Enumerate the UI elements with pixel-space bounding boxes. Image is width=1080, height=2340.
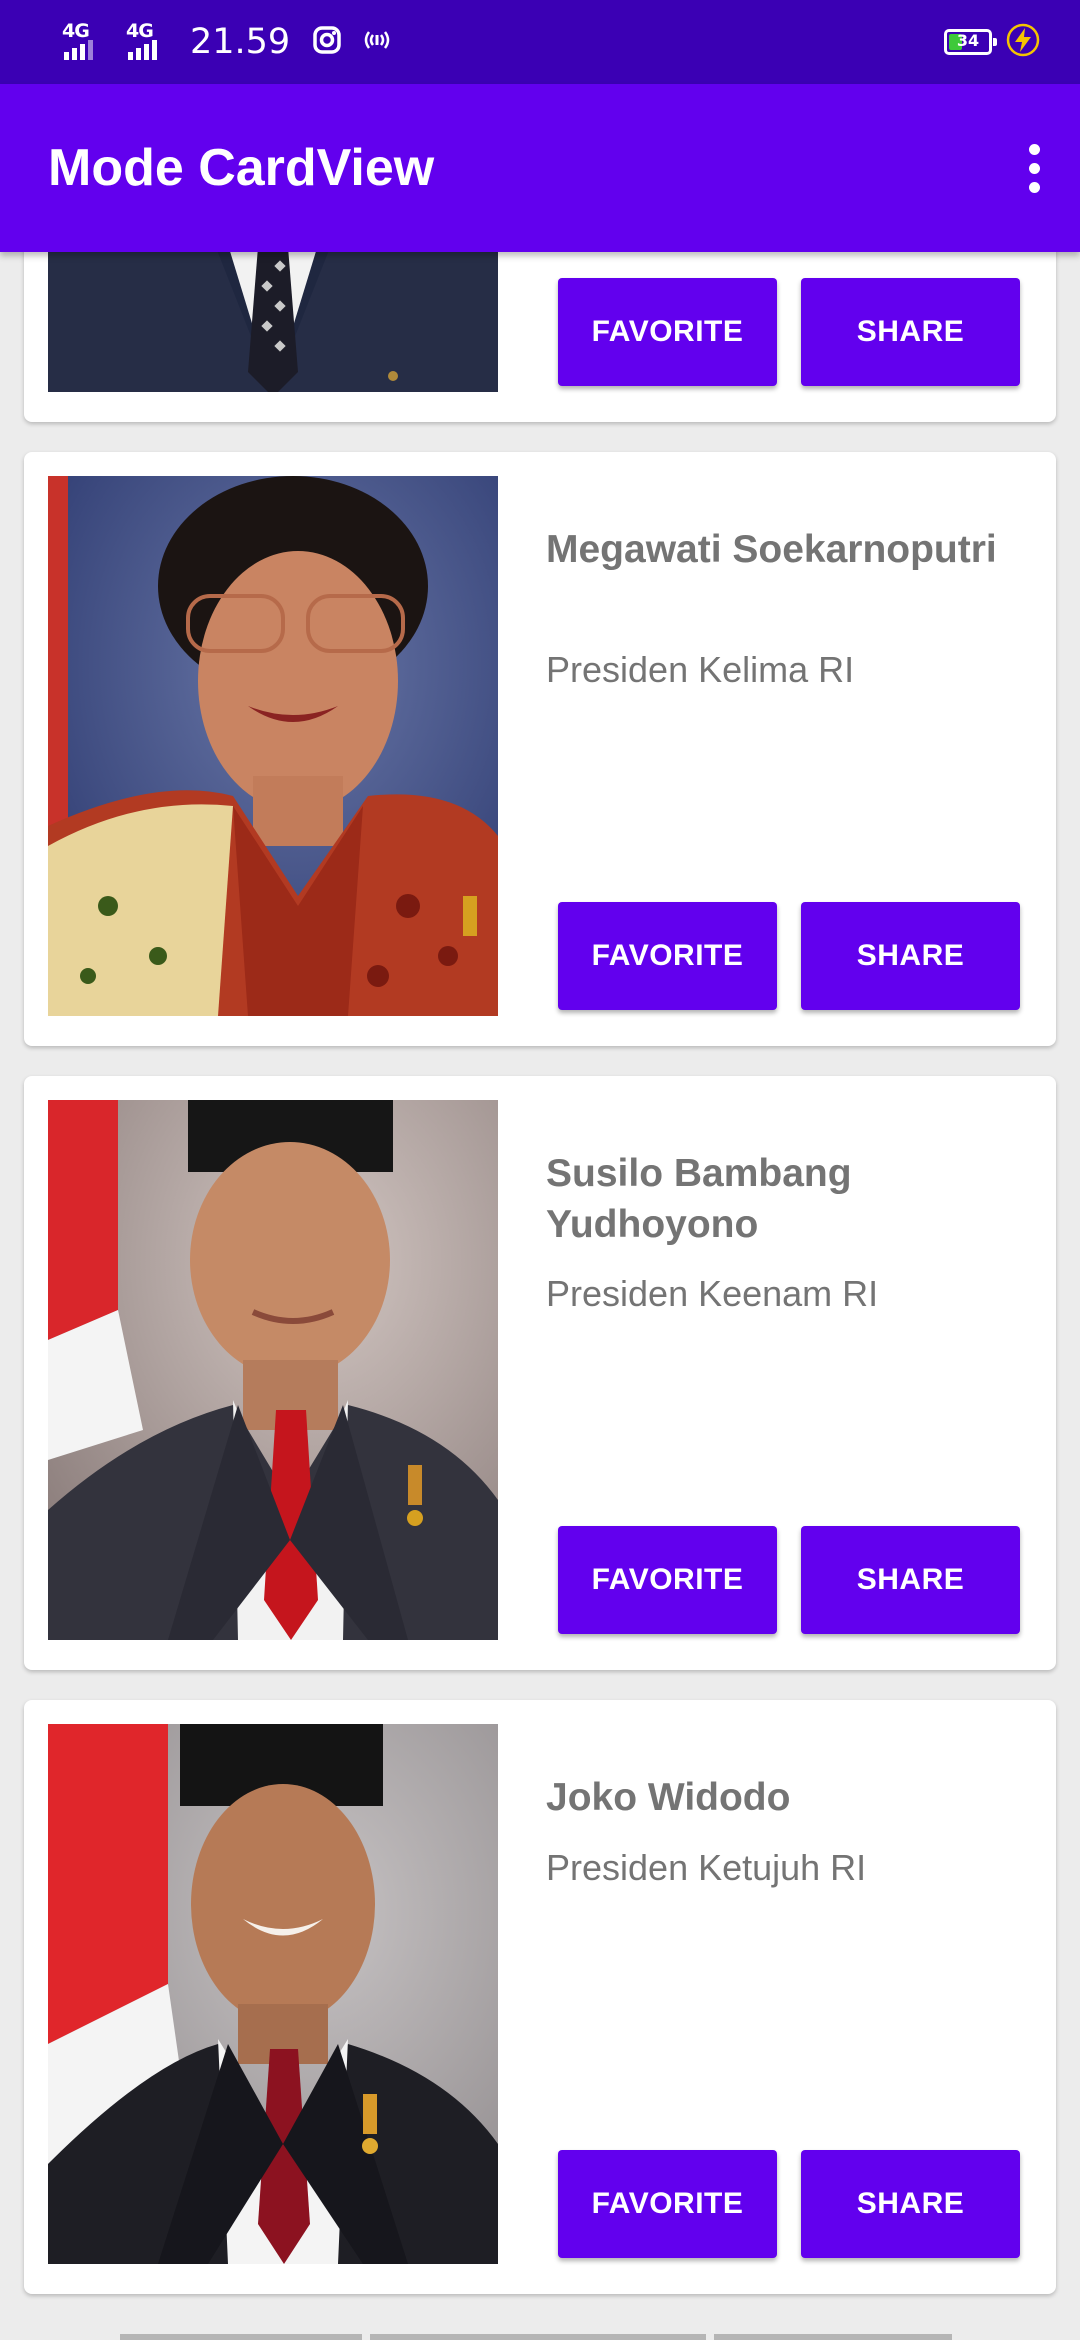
president-description: Presiden Keenam RI bbox=[546, 1273, 879, 1314]
president-card: FAVORITE SHARE bbox=[24, 252, 1056, 422]
president-list[interactable]: FAVORITE SHARE Megawati Soekarnoputri Pr… bbox=[0, 252, 1080, 2340]
president-photo bbox=[48, 252, 498, 392]
instagram-icon bbox=[312, 25, 342, 60]
president-name: Susilo Bambang Yudhoyono bbox=[546, 1152, 852, 1246]
app-title: Mode CardView bbox=[48, 139, 435, 197]
president-card: Susilo Bambang Yudhoyono Presiden Keenam… bbox=[24, 1076, 1056, 1670]
president-name: Joko Widodo bbox=[546, 1776, 791, 1819]
network-type-label: 4G bbox=[62, 20, 90, 42]
more-vert-icon[interactable] bbox=[1004, 136, 1064, 200]
network-type-label: 4G bbox=[126, 20, 154, 42]
president-description: Presiden Ketujuh RI bbox=[546, 1847, 867, 1888]
favorite-button[interactable]: FAVORITE bbox=[558, 902, 777, 1010]
battery-icon: 34 bbox=[944, 29, 997, 55]
app-bar: Mode CardView bbox=[0, 84, 1080, 252]
favorite-button[interactable]: FAVORITE bbox=[558, 2150, 777, 2258]
share-button[interactable]: SHARE bbox=[801, 278, 1020, 386]
favorite-button[interactable]: FAVORITE bbox=[558, 278, 777, 386]
share-button[interactable]: SHARE bbox=[801, 2150, 1020, 2258]
president-photo bbox=[48, 1100, 498, 1640]
status-left: 4G 4G 21.59 bbox=[60, 18, 394, 66]
president-card: Joko Widodo Presiden Ketujuh RI FAVORITE… bbox=[24, 1700, 1056, 2294]
president-description: Presiden Kelima RI bbox=[546, 649, 855, 690]
signal-icon: 4G bbox=[60, 20, 118, 64]
status-right: 34 bbox=[944, 23, 1040, 62]
battery-level-text: 34 bbox=[956, 31, 980, 50]
hotspot-icon bbox=[360, 25, 394, 60]
president-photo bbox=[48, 1724, 498, 2264]
president-photo bbox=[48, 476, 498, 1016]
clock: 21.59 bbox=[190, 22, 291, 62]
share-button[interactable]: SHARE bbox=[801, 902, 1020, 1010]
charging-icon bbox=[1006, 23, 1040, 62]
status-bar: 4G 4G 21.59 34 bbox=[0, 0, 1080, 84]
favorite-button[interactable]: FAVORITE bbox=[558, 1526, 777, 1634]
president-card: Megawati Soekarnoputri Presiden Kelima R… bbox=[24, 452, 1056, 1046]
signal-icon: 4G bbox=[124, 20, 182, 64]
president-name: Megawati Soekarnoputri bbox=[546, 528, 997, 571]
share-button[interactable]: SHARE bbox=[801, 1526, 1020, 1634]
scroll-indicator bbox=[120, 2334, 960, 2340]
